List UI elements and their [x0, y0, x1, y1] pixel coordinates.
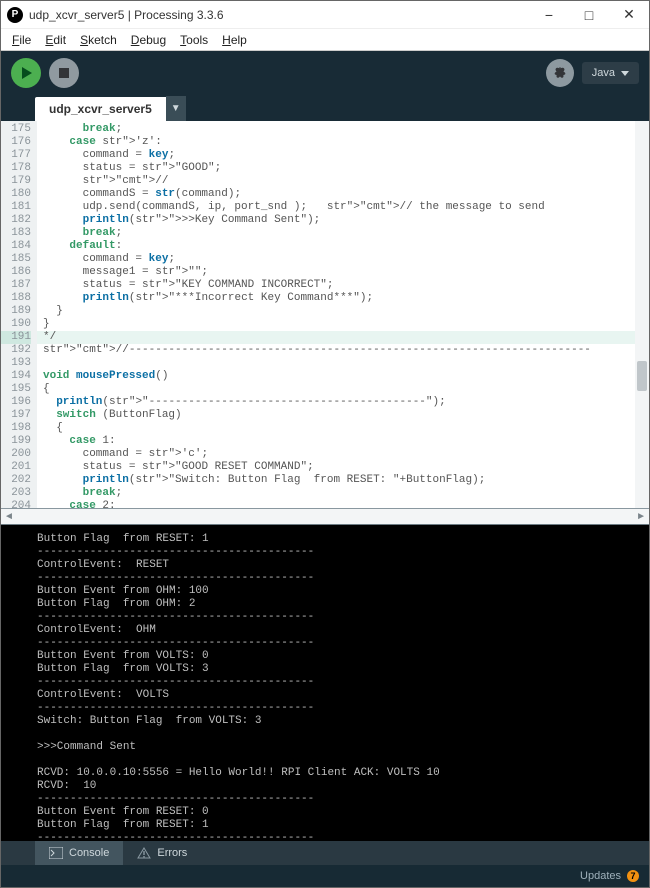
menu-file[interactable]: File	[5, 31, 38, 49]
mode-label: Java	[592, 67, 615, 79]
maximize-button[interactable]: □	[569, 1, 609, 29]
mode-selector[interactable]: Java	[582, 62, 639, 84]
butterfly-icon	[552, 65, 568, 81]
run-button[interactable]	[11, 58, 41, 88]
menu-tools[interactable]: Tools	[173, 31, 215, 49]
menu-debug[interactable]: Debug	[124, 31, 173, 49]
footer-tab-bar: Console Errors	[1, 841, 649, 865]
footer-tab-errors[interactable]: Errors	[123, 841, 201, 865]
play-icon	[22, 67, 32, 79]
minimize-button[interactable]: −	[529, 1, 569, 29]
chevron-down-icon	[621, 71, 629, 76]
tab-dropdown[interactable]: ▼	[166, 96, 186, 121]
menu-edit[interactable]: Edit	[38, 31, 73, 49]
line-gutter: 1751761771781791801811821831841851861871…	[1, 121, 37, 508]
tab-main[interactable]: udp_xcvr_server5	[35, 97, 166, 121]
stop-icon	[59, 68, 69, 78]
scroll-right-icon[interactable]: ►	[636, 511, 646, 522]
footer-console-label: Console	[69, 847, 109, 859]
footer-errors-label: Errors	[157, 847, 187, 859]
status-bar: Updates 7	[1, 865, 649, 887]
close-button[interactable]: ✕	[609, 1, 649, 29]
stop-button[interactable]	[49, 58, 79, 88]
toolbar: Java	[1, 51, 649, 95]
menu-bar: File Edit Sketch Debug Tools Help	[1, 29, 649, 51]
updates-count-badge[interactable]: 7	[627, 870, 639, 882]
code-content[interactable]: break; case str">'z': command = key; sta…	[37, 121, 635, 508]
horizontal-scrollbar[interactable]: ◄ ►	[1, 509, 649, 525]
scrollbar-thumb[interactable]	[637, 361, 647, 391]
menu-help[interactable]: Help	[215, 31, 254, 49]
warning-icon	[137, 847, 151, 859]
tab-bar: udp_xcvr_server5 ▼	[1, 95, 649, 121]
updates-label[interactable]: Updates	[580, 870, 621, 882]
app-icon: P	[7, 7, 23, 23]
window-title: udp_xcvr_server5 | Processing 3.3.6	[29, 8, 529, 22]
console-output[interactable]: Button Flag from RESET: 1---------------…	[1, 525, 649, 841]
footer-tab-console[interactable]: Console	[35, 841, 123, 865]
code-editor[interactable]: 1751761771781791801811821831841851861871…	[1, 121, 649, 509]
title-bar: P udp_xcvr_server5 | Processing 3.3.6 − …	[1, 1, 649, 29]
vertical-scrollbar[interactable]	[635, 121, 649, 508]
debugger-button[interactable]	[546, 59, 574, 87]
menu-sketch[interactable]: Sketch	[73, 31, 124, 49]
console-icon	[49, 847, 63, 859]
